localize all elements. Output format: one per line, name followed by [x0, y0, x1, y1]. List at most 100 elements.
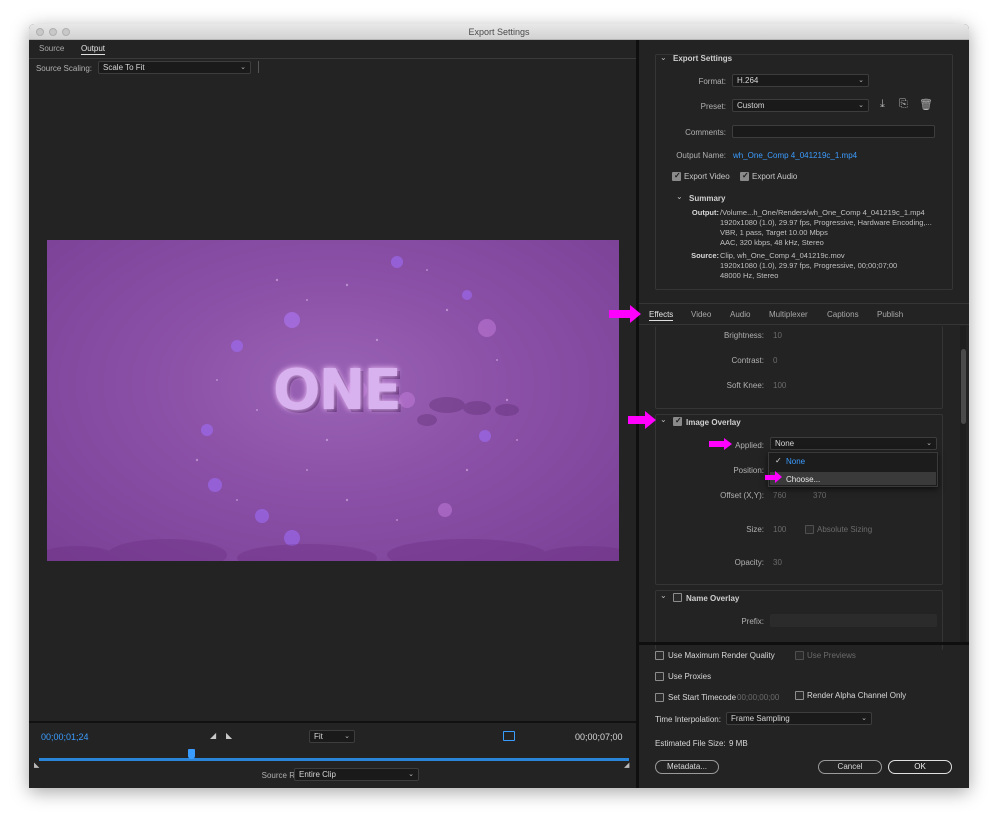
- timeline-track[interactable]: [39, 758, 629, 761]
- zoom-dropdown[interactable]: Fit ⌄: [309, 730, 355, 743]
- in-point-icon[interactable]: ◣: [34, 761, 39, 769]
- divider: [258, 61, 259, 73]
- tab-output[interactable]: Output: [81, 44, 106, 55]
- delete-preset-icon[interactable]: 🗑: [919, 98, 933, 111]
- time-interpolation-label: Time Interpolation:: [655, 715, 721, 724]
- bottom-divider: [639, 642, 969, 645]
- use-previews-checkbox[interactable]: [795, 651, 804, 660]
- out-point-icon[interactable]: ◢: [624, 761, 629, 769]
- chevron-down-icon: ⌄: [858, 102, 864, 109]
- max-render-quality-checkbox[interactable]: [655, 651, 664, 660]
- offset-label: Offset (X,Y):: [720, 491, 764, 500]
- menu-item-choose[interactable]: Choose...: [786, 475, 820, 484]
- absolute-sizing-checkbox[interactable]: [805, 525, 814, 534]
- export-settings-window: Export Settings Source Output Source Sca…: [29, 24, 969, 788]
- tab-effects[interactable]: Effects: [649, 310, 674, 321]
- source-range-dropdown[interactable]: Entire Clip ⌄: [294, 768, 419, 781]
- tab-audio[interactable]: Audio: [730, 310, 750, 319]
- summary-header: Summary: [689, 194, 726, 203]
- output-name-link[interactable]: wh_One_Comp 4_041219c_1.mp4: [733, 151, 857, 160]
- prefix-input[interactable]: [770, 614, 937, 627]
- export-settings-header: Export Settings: [673, 54, 733, 63]
- summary-output-line: 1920x1080 (1.0), 29.97 fps, Progressive,…: [720, 218, 932, 227]
- zoom-window-icon[interactable]: [62, 28, 70, 36]
- divider: [639, 303, 969, 304]
- time-interpolation-dropdown[interactable]: Frame Sampling ⌄: [726, 712, 872, 725]
- format-dropdown[interactable]: H.264 ⌄: [732, 74, 869, 87]
- export-audio-checkbox[interactable]: [740, 171, 749, 181]
- preview-title-text: ONE: [273, 358, 402, 423]
- offset-x-value[interactable]: 760: [773, 491, 786, 500]
- start-timecode-value[interactable]: 00;00;00;00: [737, 693, 779, 702]
- format-value: H.264: [737, 76, 759, 85]
- summary-source-line: 1920x1080 (1.0), 29.97 fps, Progressive,…: [720, 261, 898, 270]
- tab-multiplexer[interactable]: Multiplexer: [769, 310, 808, 319]
- chevron-down-icon[interactable]: ⌄: [660, 591, 667, 600]
- menu-item-none[interactable]: None: [786, 457, 805, 466]
- close-window-icon[interactable]: [36, 28, 44, 36]
- source-scaling-value: Scale To Fit: [103, 63, 145, 72]
- metadata-button[interactable]: Metadata...: [655, 760, 719, 774]
- summary-output-label: Output:: [691, 208, 719, 217]
- summary-output-line: VBR, 1 pass, Target 10.00 Mbps: [720, 228, 828, 237]
- import-preset-icon[interactable]: ⎘: [899, 98, 908, 111]
- name-overlay-checkbox[interactable]: [673, 593, 682, 602]
- summary-source-line: Clip, wh_One_Comp 4_041219c.mov: [720, 251, 845, 260]
- end-timecode: 00;00;07;00: [575, 732, 623, 742]
- playhead-handle[interactable]: [188, 749, 196, 759]
- chevron-down-icon: ⌄: [344, 733, 350, 740]
- current-timecode[interactable]: 00;00;01;24: [41, 732, 89, 742]
- file-size-value: 9 MB: [729, 739, 748, 748]
- tab-publish[interactable]: Publish: [877, 310, 903, 319]
- contrast-label: Contrast:: [731, 356, 764, 365]
- size-value[interactable]: 100: [773, 525, 786, 534]
- safe-margins-icon[interactable]: [503, 731, 515, 741]
- window-controls: [36, 28, 70, 36]
- chevron-down-icon: ⌄: [408, 771, 414, 778]
- mark-in-icon[interactable]: ◢: [210, 731, 216, 740]
- output-name-label: Output Name:: [676, 151, 726, 160]
- tab-video[interactable]: Video: [691, 310, 711, 319]
- comments-input[interactable]: [732, 125, 935, 138]
- offset-y-value[interactable]: 370: [813, 491, 826, 500]
- image-overlay-checkbox[interactable]: [673, 416, 682, 426]
- summary-output-line: /Volume...h_One/Renders/wh_One_Comp 4_04…: [720, 208, 925, 217]
- use-proxies-checkbox[interactable]: [655, 672, 664, 681]
- source-range-value: Entire Clip: [299, 770, 336, 779]
- file-size-label: Estimated File Size:: [655, 739, 726, 748]
- tab-source[interactable]: Source: [39, 44, 64, 53]
- soft-knee-value[interactable]: 100: [773, 381, 786, 390]
- effects-scrollbar-thumb[interactable]: [961, 349, 966, 424]
- opacity-value[interactable]: 30: [773, 558, 782, 567]
- brightness-value[interactable]: 10: [773, 331, 782, 340]
- contrast-value[interactable]: 0: [773, 356, 777, 365]
- render-alpha-checkbox[interactable]: [795, 691, 804, 700]
- save-preset-icon[interactable]: ⤓: [880, 98, 885, 111]
- tab-captions[interactable]: Captions: [827, 310, 859, 319]
- divider: [29, 721, 637, 723]
- image-overlay-header: Image Overlay: [686, 418, 741, 427]
- position-label: Position:: [733, 466, 764, 475]
- set-start-timecode-checkbox[interactable]: [655, 693, 664, 702]
- size-label: Size:: [746, 525, 764, 534]
- render-alpha-label: Render Alpha Channel Only: [807, 691, 907, 700]
- chevron-down-icon[interactable]: ⌄: [660, 53, 667, 62]
- window-title: Export Settings: [468, 27, 530, 37]
- chevron-down-icon[interactable]: ⌄: [660, 415, 667, 424]
- format-label: Format:: [698, 77, 726, 86]
- chevron-down-icon: ⌄: [240, 64, 246, 71]
- mark-out-icon[interactable]: ◣: [226, 731, 232, 740]
- preset-dropdown[interactable]: Custom ⌄: [732, 99, 869, 112]
- applied-dropdown[interactable]: None ⌄: [770, 437, 937, 450]
- cancel-button[interactable]: Cancel: [818, 760, 882, 774]
- export-video-checkbox[interactable]: [672, 171, 681, 181]
- summary-source: Clip, wh_One_Comp 4_041219c.mov 1920x108…: [720, 251, 950, 281]
- soft-knee-label: Soft Knee:: [726, 381, 764, 390]
- divider: [639, 324, 969, 325]
- chevron-down-icon[interactable]: ⌄: [676, 192, 683, 201]
- summary-output-line: AAC, 320 kbps, 48 kHz, Stereo: [720, 238, 824, 247]
- ok-button[interactable]: OK: [888, 760, 952, 774]
- source-scaling-dropdown[interactable]: Scale To Fit ⌄: [98, 61, 251, 74]
- minimize-window-icon[interactable]: [49, 28, 57, 36]
- max-render-quality-label: Use Maximum Render Quality: [668, 651, 775, 660]
